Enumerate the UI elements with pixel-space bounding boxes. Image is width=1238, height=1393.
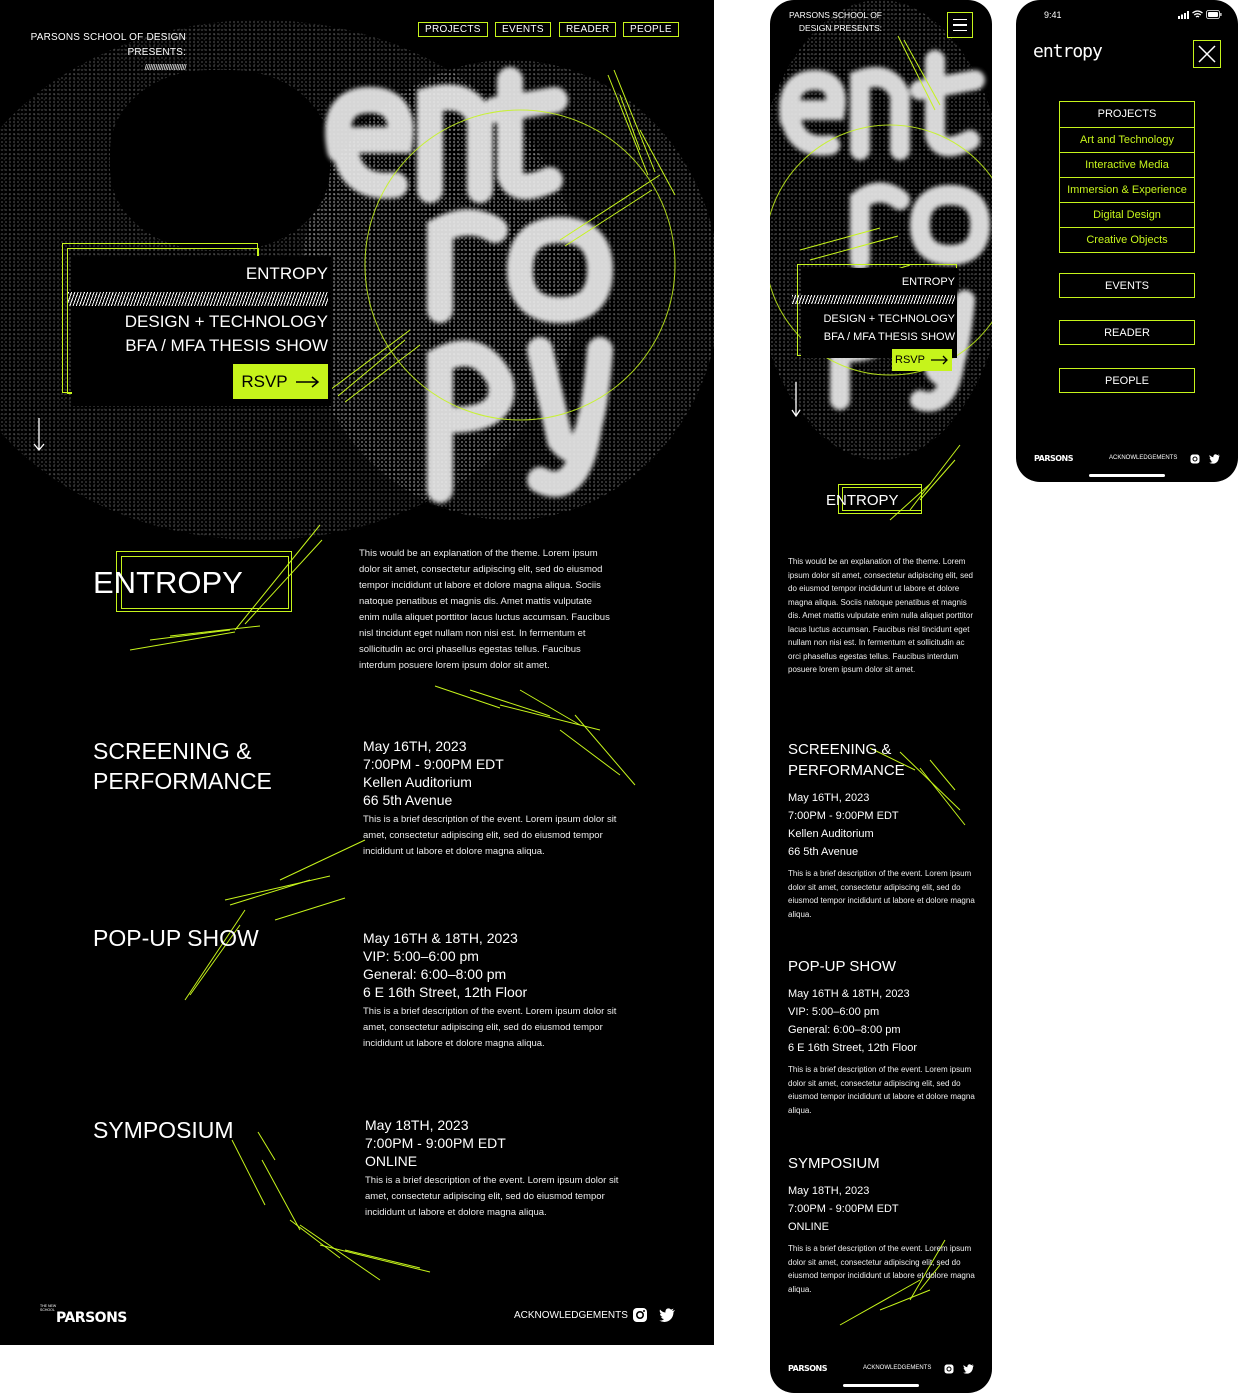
- home-indicator: [843, 1384, 919, 1387]
- event-desc: This is a brief description of the event…: [365, 1175, 619, 1218]
- menu-reader[interactable]: READER: [1059, 320, 1195, 345]
- event-desc: This is a brief description of the event…: [788, 869, 975, 919]
- hero-subtitle2: BFA / MFA THESIS SHOW: [823, 331, 955, 343]
- event-meta: May 18TH, 2023 7:00PM - 9:00PM EDT ONLINE: [365, 1117, 506, 1169]
- rsvp-button[interactable]: RSVP: [892, 349, 952, 371]
- rsvp-label: RSVP: [241, 371, 288, 391]
- twitter-icon[interactable]: [1209, 454, 1220, 464]
- hero-subtitle2: BFA / MFA THESIS SHOW: [125, 336, 328, 355]
- nav-projects[interactable]: PROJECTS: [418, 22, 488, 37]
- event-desc: This is a brief description of the event…: [788, 1244, 975, 1294]
- event-desc: This is a brief description of the event…: [788, 1065, 975, 1115]
- rsvp-label: RSVP: [895, 354, 925, 366]
- about-heading: ENTROPY: [93, 565, 243, 600]
- about-heading: ENTROPY: [826, 492, 899, 509]
- noise-texture: [770, 0, 992, 460]
- arrow-right-icon: [930, 355, 948, 365]
- hero-title: ENTROPY: [245, 264, 328, 283]
- twitter-icon[interactable]: [963, 1364, 974, 1374]
- menu-events[interactable]: EVENTS: [1059, 273, 1195, 298]
- acknowledgements-link[interactable]: ACKNOWLEDGEMENTS: [863, 1365, 931, 1371]
- arrow-down-icon[interactable]: [790, 382, 802, 418]
- parsons-logo[interactable]: PARSONS: [788, 1364, 828, 1373]
- presenter-line2: PRESENTS:: [127, 47, 186, 58]
- hero-title: ENTROPY: [901, 276, 955, 288]
- desktop-page: PARSONS SCHOOL OF DESIGN PRESENTS: /////…: [0, 0, 714, 1345]
- event-desc: This is a brief description of the event…: [363, 814, 617, 857]
- menu-art-and-technology[interactable]: Art and Technology: [1060, 127, 1194, 152]
- home-indicator: [1089, 474, 1165, 477]
- instagram-icon[interactable]: [632, 1307, 648, 1323]
- hero-hatch: [68, 292, 328, 306]
- mobile-page: PARSONS SCHOOL OF DESIGN PRESENTS: ENTRO…: [770, 0, 992, 1393]
- about-body: This would be an explanation of the them…: [359, 548, 610, 671]
- event-meta: May 18TH, 2023 7:00PM - 9:00PM EDT ONLINE: [788, 1185, 899, 1233]
- hero-hatch: [792, 295, 955, 304]
- menu-people[interactable]: PEOPLE: [1059, 368, 1195, 393]
- signal-icon: [1178, 11, 1189, 19]
- event-desc: This is a brief description of the event…: [363, 1006, 617, 1049]
- arrow-right-icon: [295, 375, 319, 388]
- event-title: SYMPOSIUM: [788, 1155, 880, 1172]
- presenter-slashes: ////////////////////////: [144, 63, 187, 72]
- twitter-icon[interactable]: [659, 1308, 675, 1322]
- hamburger-icon[interactable]: [947, 12, 973, 38]
- menu-immersion-experience[interactable]: Immersion & Experience: [1060, 177, 1194, 202]
- menu-interactive-media[interactable]: Interactive Media: [1060, 152, 1194, 177]
- rsvp-button[interactable]: RSVP: [233, 364, 328, 399]
- parsons-logo[interactable]: PARSONS: [56, 1310, 127, 1326]
- nav-events[interactable]: EVENTS: [495, 22, 551, 37]
- menu-creative-objects[interactable]: Creative Objects: [1060, 227, 1194, 252]
- event-meta: May 16TH, 2023 7:00PM - 9:00PM EDT Kellen …: [788, 792, 899, 858]
- parsons-logo[interactable]: PARSONS: [1034, 454, 1074, 463]
- noise-void: [110, 70, 330, 250]
- entropy-logo[interactable]: entropy: [1033, 41, 1103, 62]
- event-title: SYMPOSIUM: [93, 1117, 234, 1143]
- battery-icon: [1206, 10, 1222, 19]
- event-meta: May 16TH, 2023 7:00PM - 9:00PM EDT Kellen …: [363, 738, 504, 808]
- hero-subtitle1: DESIGN + TECHNOLOGY: [124, 312, 328, 331]
- acknowledgements-link[interactable]: ACKNOWLEDGEMENTS: [514, 1310, 628, 1321]
- presenter-line1: PARSONS SCHOOL OF: [788, 10, 882, 20]
- event-title: SCREENING & PERFORMANCE: [788, 741, 905, 779]
- close-icon[interactable]: [1193, 40, 1221, 68]
- event-meta: May 16TH & 18TH, 2023 VIP: 5:00–6:00 pm Ge…: [363, 930, 528, 1000]
- arrow-down-icon[interactable]: [32, 418, 46, 452]
- event-title: POP-UP SHOW: [93, 925, 259, 951]
- nav-reader[interactable]: READER: [559, 22, 617, 37]
- instagram-icon[interactable]: [1190, 454, 1200, 464]
- event-title: SCREENING & PERFORMANCE: [93, 738, 272, 794]
- about-body: This would be an explanation of the them…: [788, 557, 973, 674]
- event-meta: May 16TH & 18TH, 2023 VIP: 5:00–6:00 pm Ge…: [788, 988, 918, 1054]
- wifi-icon: [1192, 10, 1203, 18]
- menu-projects[interactable]: PROJECTS: [1060, 102, 1194, 127]
- presenter-line2: DESIGN PRESENTS:: [798, 23, 882, 33]
- status-time: 9:41: [1044, 10, 1062, 20]
- noise-texture: [300, 60, 714, 520]
- acknowledgements-link[interactable]: ACKNOWLEDGEMENTS: [1109, 455, 1177, 461]
- event-title: POP-UP SHOW: [788, 958, 897, 975]
- hero-subtitle1: DESIGN + TECHNOLOGY: [823, 313, 955, 325]
- mobile-menu-screen: 9:41 entropy PROJECTS Art and Technology…: [1016, 0, 1238, 482]
- menu-digital-design[interactable]: Digital Design: [1060, 202, 1194, 227]
- nav-people[interactable]: PEOPLE: [623, 22, 679, 37]
- presenter-line1: PARSONS SCHOOL OF DESIGN: [30, 32, 186, 43]
- projects-menu: PROJECTS Art and Technology Interactive …: [1059, 101, 1195, 253]
- instagram-icon[interactable]: [944, 1364, 954, 1374]
